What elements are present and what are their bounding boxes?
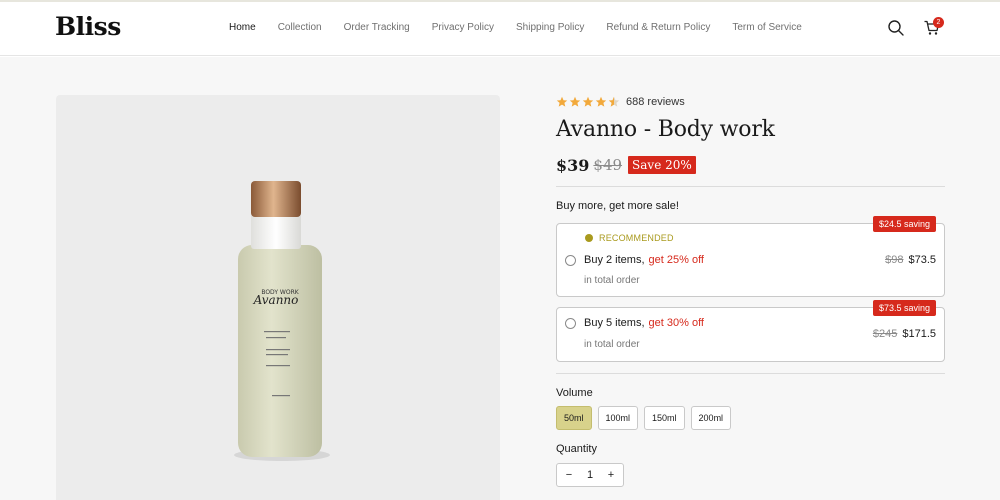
quantity-decrease-button[interactable]: − bbox=[563, 469, 575, 481]
bottle-label-line2: Avanno bbox=[253, 293, 299, 307]
nav-refund-return-policy[interactable]: Refund & Return Policy bbox=[606, 22, 710, 33]
recommended-tag: RECOMMENDED bbox=[585, 233, 674, 243]
divider bbox=[556, 373, 945, 374]
quantity-stepper: − 1 + bbox=[556, 463, 624, 487]
offer-quantity-text: Buy 2 items, bbox=[584, 254, 645, 266]
bundle-offer-5-items[interactable]: $73.5 saving Buy 5 items, get 30% off in … bbox=[556, 300, 945, 362]
search-icon[interactable] bbox=[887, 19, 905, 37]
offer-new-price: $171.5 bbox=[902, 328, 936, 340]
volume-option-150ml[interactable]: 150ml bbox=[644, 406, 685, 430]
brand-logo[interactable]: Bliss bbox=[55, 12, 121, 41]
nav-shipping-policy[interactable]: Shipping Policy bbox=[516, 22, 584, 33]
offer-subtext: in total order bbox=[584, 339, 640, 350]
nav-home[interactable]: Home bbox=[229, 22, 256, 33]
offer-subtext: in total order bbox=[584, 275, 640, 286]
offer-deal-text: get 25% off bbox=[648, 254, 704, 266]
nav-privacy-policy[interactable]: Privacy Policy bbox=[432, 22, 494, 33]
offer-old-price: $245 bbox=[872, 328, 898, 340]
offer-prices: $98 $73.5 bbox=[885, 254, 936, 266]
volume-option-50ml[interactable]: 50ml bbox=[556, 406, 592, 430]
main-nav: Home Collection Order Tracking Privacy P… bbox=[229, 22, 824, 33]
leaf-icon bbox=[585, 234, 593, 242]
bundle-offer-2-items[interactable]: $24.5 saving RECOMMENDED Buy 2 items, get… bbox=[556, 216, 945, 297]
star-icon bbox=[556, 96, 568, 107]
star-half-icon bbox=[608, 96, 620, 107]
star-rating bbox=[556, 96, 620, 108]
bundle-heading: Buy more, get more sale! bbox=[556, 200, 679, 212]
quantity-value[interactable]: 1 bbox=[587, 469, 593, 481]
price-row: $39 $49 Save 20% bbox=[556, 154, 945, 176]
compare-price: $49 bbox=[593, 156, 623, 174]
offer-quantity-text: Buy 5 items, bbox=[584, 317, 645, 329]
offer-old-price: $98 bbox=[885, 254, 904, 266]
star-icon bbox=[595, 96, 607, 107]
nav-term-of-service[interactable]: Term of Service bbox=[732, 22, 801, 33]
save-badge: Save 20% bbox=[628, 156, 696, 174]
volume-options: 50ml 100ml 150ml 200ml bbox=[556, 406, 945, 430]
offer-label: Buy 2 items, get 25% off bbox=[584, 254, 704, 266]
saving-badge: $24.5 saving bbox=[872, 216, 936, 232]
volume-label: Volume bbox=[556, 387, 593, 399]
product-page: BODY WORK Avanno 688 reviews Avanno - Bo… bbox=[0, 57, 1000, 500]
nav-order-tracking[interactable]: Order Tracking bbox=[344, 22, 410, 33]
offer-deal-text: get 30% off bbox=[648, 317, 704, 329]
current-price: $39 bbox=[556, 155, 590, 175]
nav-collection[interactable]: Collection bbox=[278, 22, 322, 33]
recommended-label: RECOMMENDED bbox=[599, 233, 674, 243]
offer-new-price: $73.5 bbox=[908, 254, 936, 266]
volume-option-200ml[interactable]: 200ml bbox=[690, 406, 732, 430]
offer-prices: $245 $171.5 bbox=[873, 328, 936, 340]
product-info: 688 reviews Avanno - Body work $39 $49 S… bbox=[556, 95, 945, 487]
offer-radio[interactable] bbox=[565, 255, 576, 266]
product-bottle-illustration: BODY WORK Avanno bbox=[234, 181, 330, 461]
star-icon bbox=[582, 96, 594, 107]
quantity-increase-button[interactable]: + bbox=[605, 469, 617, 481]
offer-radio[interactable] bbox=[565, 318, 576, 329]
product-title: Avanno - Body work bbox=[556, 117, 775, 142]
review-count[interactable]: 688 reviews bbox=[626, 96, 685, 108]
cart-count-badge: 2 bbox=[933, 17, 944, 28]
rating-row: 688 reviews bbox=[556, 95, 945, 109]
saving-badge: $73.5 saving bbox=[872, 300, 936, 316]
star-icon bbox=[569, 96, 581, 107]
site-header: Bliss Home Collection Order Tracking Pri… bbox=[0, 2, 1000, 56]
volume-option-100ml[interactable]: 100ml bbox=[597, 406, 639, 430]
quantity-label: Quantity bbox=[556, 443, 597, 455]
offer-label: Buy 5 items, get 30% off bbox=[584, 317, 704, 329]
product-image[interactable]: BODY WORK Avanno bbox=[56, 95, 500, 500]
divider bbox=[556, 186, 945, 187]
